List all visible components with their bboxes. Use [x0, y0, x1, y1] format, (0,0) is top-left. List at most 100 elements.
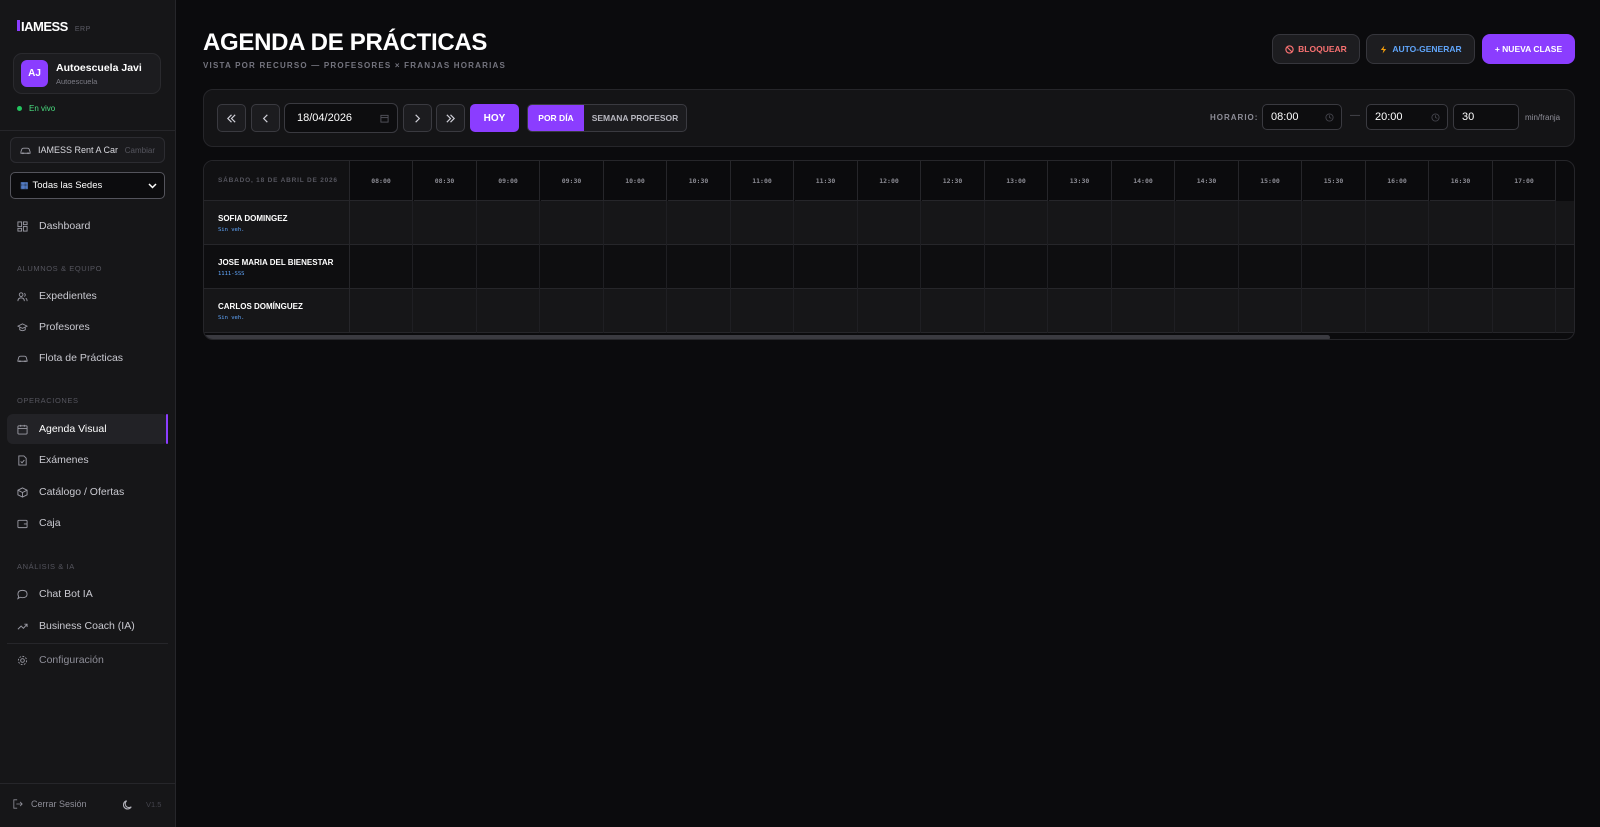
- schedule-cell[interactable]: [985, 201, 1048, 245]
- schedule-cell[interactable]: [604, 289, 667, 333]
- change-company-link[interactable]: Cambiar: [125, 146, 155, 155]
- resource-name: SOFIA DOMINGEZ: [218, 214, 288, 223]
- today-button[interactable]: HOY: [470, 104, 519, 132]
- schedule-cell[interactable]: [1493, 245, 1556, 289]
- view-day-button[interactable]: POR DÍA: [528, 105, 584, 131]
- schedule-cell[interactable]: [541, 245, 604, 289]
- company-switcher[interactable]: IAMESS Rent A Car Cambiar: [10, 137, 165, 163]
- schedule-cell[interactable]: [1049, 245, 1112, 289]
- account-card[interactable]: AJ Autoescuela Javi Autoescuela: [13, 53, 161, 94]
- interval-input[interactable]: 30: [1453, 104, 1519, 130]
- schedule-cell[interactable]: [1366, 245, 1429, 289]
- schedule-cell[interactable]: [1239, 289, 1302, 333]
- schedule-cell[interactable]: [477, 289, 540, 333]
- moon-icon[interactable]: [123, 799, 134, 810]
- schedule-cell[interactable]: [1176, 289, 1239, 333]
- nav-item-chatbot[interactable]: Chat Bot IA: [7, 579, 168, 609]
- divider: [0, 130, 176, 131]
- schedule-cell[interactable]: [922, 289, 985, 333]
- schedule-cell[interactable]: [414, 289, 477, 333]
- block-button[interactable]: BLOQUEAR: [1272, 34, 1360, 64]
- schedule-cell[interactable]: [731, 289, 794, 333]
- schedule-cell[interactable]: [922, 245, 985, 289]
- schedule-cell[interactable]: [1176, 201, 1239, 245]
- schedule-cell[interactable]: [858, 245, 921, 289]
- schedule-cell[interactable]: [350, 289, 413, 333]
- app-logo[interactable]: IAMESS ERP: [17, 19, 91, 34]
- schedule-cell[interactable]: [1303, 201, 1366, 245]
- prev-day-button[interactable]: [251, 104, 280, 132]
- schedule-cell[interactable]: [668, 289, 731, 333]
- schedule-cell[interactable]: [668, 245, 731, 289]
- view-week-button[interactable]: SEMANA PROFESOR: [584, 105, 686, 131]
- schedule-cell[interactable]: [604, 201, 667, 245]
- schedule-cell[interactable]: [350, 201, 413, 245]
- nav-item-caja[interactable]: Caja: [7, 508, 168, 538]
- schedule-cell[interactable]: [668, 201, 731, 245]
- schedule-cell[interactable]: [1303, 245, 1366, 289]
- company-name: IAMESS Rent A Car: [38, 145, 119, 155]
- nav-item-flota[interactable]: Flota de Prácticas: [7, 343, 168, 373]
- schedule-cell[interactable]: [414, 201, 477, 245]
- nav-item-config[interactable]: Configuración: [7, 645, 168, 675]
- next-day-button[interactable]: [403, 104, 432, 132]
- schedule-cell[interactable]: [1112, 289, 1175, 333]
- nav-item-expedientes[interactable]: Expedientes: [7, 281, 168, 311]
- schedule-cell[interactable]: [414, 245, 477, 289]
- chevron-down-icon: [148, 182, 157, 189]
- nav-item-examenes[interactable]: Exámenes: [7, 445, 168, 475]
- nav-item-profesores[interactable]: Profesores: [7, 312, 168, 342]
- schedule-cell[interactable]: [795, 201, 858, 245]
- next-week-button[interactable]: [436, 104, 465, 132]
- date-value: 18/04/2026: [297, 112, 353, 124]
- schedule-cell[interactable]: [1239, 201, 1302, 245]
- schedule-cell[interactable]: [350, 245, 413, 289]
- schedule-cell[interactable]: [541, 201, 604, 245]
- schedule-cell[interactable]: [1493, 289, 1556, 333]
- schedule-cell[interactable]: [858, 201, 921, 245]
- schedule-cell[interactable]: [985, 289, 1048, 333]
- time-slot-header: 15:30: [1302, 161, 1366, 201]
- schedule-cell[interactable]: [541, 289, 604, 333]
- schedule-cell[interactable]: [985, 245, 1048, 289]
- schedule-cell[interactable]: [1239, 245, 1302, 289]
- schedule-cell[interactable]: [477, 245, 540, 289]
- schedule-cell[interactable]: [604, 245, 667, 289]
- nav-item-dashboard[interactable]: Dashboard: [7, 211, 168, 241]
- time-slot-header: 08:30: [413, 161, 477, 201]
- schedule-cell[interactable]: [795, 245, 858, 289]
- schedule-cell[interactable]: [731, 245, 794, 289]
- schedule-cell[interactable]: [1430, 245, 1493, 289]
- schedule-cell[interactable]: [1303, 289, 1366, 333]
- car-icon: [17, 355, 28, 362]
- prev-week-button[interactable]: [217, 104, 246, 132]
- schedule-cell[interactable]: [731, 201, 794, 245]
- new-class-button[interactable]: + NUEVA CLASE: [1482, 34, 1575, 64]
- schedule-cell[interactable]: [1366, 201, 1429, 245]
- schedule-cell[interactable]: [477, 201, 540, 245]
- schedule-cell[interactable]: [1430, 201, 1493, 245]
- sede-select[interactable]: ▦ Todas las Sedes: [10, 172, 165, 199]
- start-time-input[interactable]: 08:00: [1262, 104, 1342, 130]
- nav-item-coach[interactable]: Business Coach (IA): [7, 611, 168, 641]
- horizontal-scrollbar[interactable]: [204, 335, 1330, 339]
- schedule-cell[interactable]: [795, 289, 858, 333]
- car-icon: [20, 147, 31, 154]
- schedule-cell[interactable]: [1430, 289, 1493, 333]
- schedule-cell[interactable]: [858, 289, 921, 333]
- schedule-cell[interactable]: [1049, 289, 1112, 333]
- auto-generate-button[interactable]: AUTO-GENERAR: [1366, 34, 1475, 64]
- nav-item-catalogo[interactable]: Catálogo / Ofertas: [7, 477, 168, 507]
- schedule-cell[interactable]: [1112, 201, 1175, 245]
- logout-button[interactable]: Cerrar Sesión: [13, 799, 87, 809]
- block-button-label: BLOQUEAR: [1298, 44, 1347, 54]
- schedule-cell[interactable]: [1493, 201, 1556, 245]
- schedule-cell[interactable]: [1049, 201, 1112, 245]
- schedule-cell[interactable]: [1366, 289, 1429, 333]
- schedule-cell[interactable]: [922, 201, 985, 245]
- schedule-cell[interactable]: [1112, 245, 1175, 289]
- schedule-cell[interactable]: [1176, 245, 1239, 289]
- nav-item-agenda[interactable]: Agenda Visual: [7, 414, 168, 444]
- date-input[interactable]: 18/04/2026: [284, 103, 398, 133]
- end-time-input[interactable]: 20:00: [1366, 104, 1448, 130]
